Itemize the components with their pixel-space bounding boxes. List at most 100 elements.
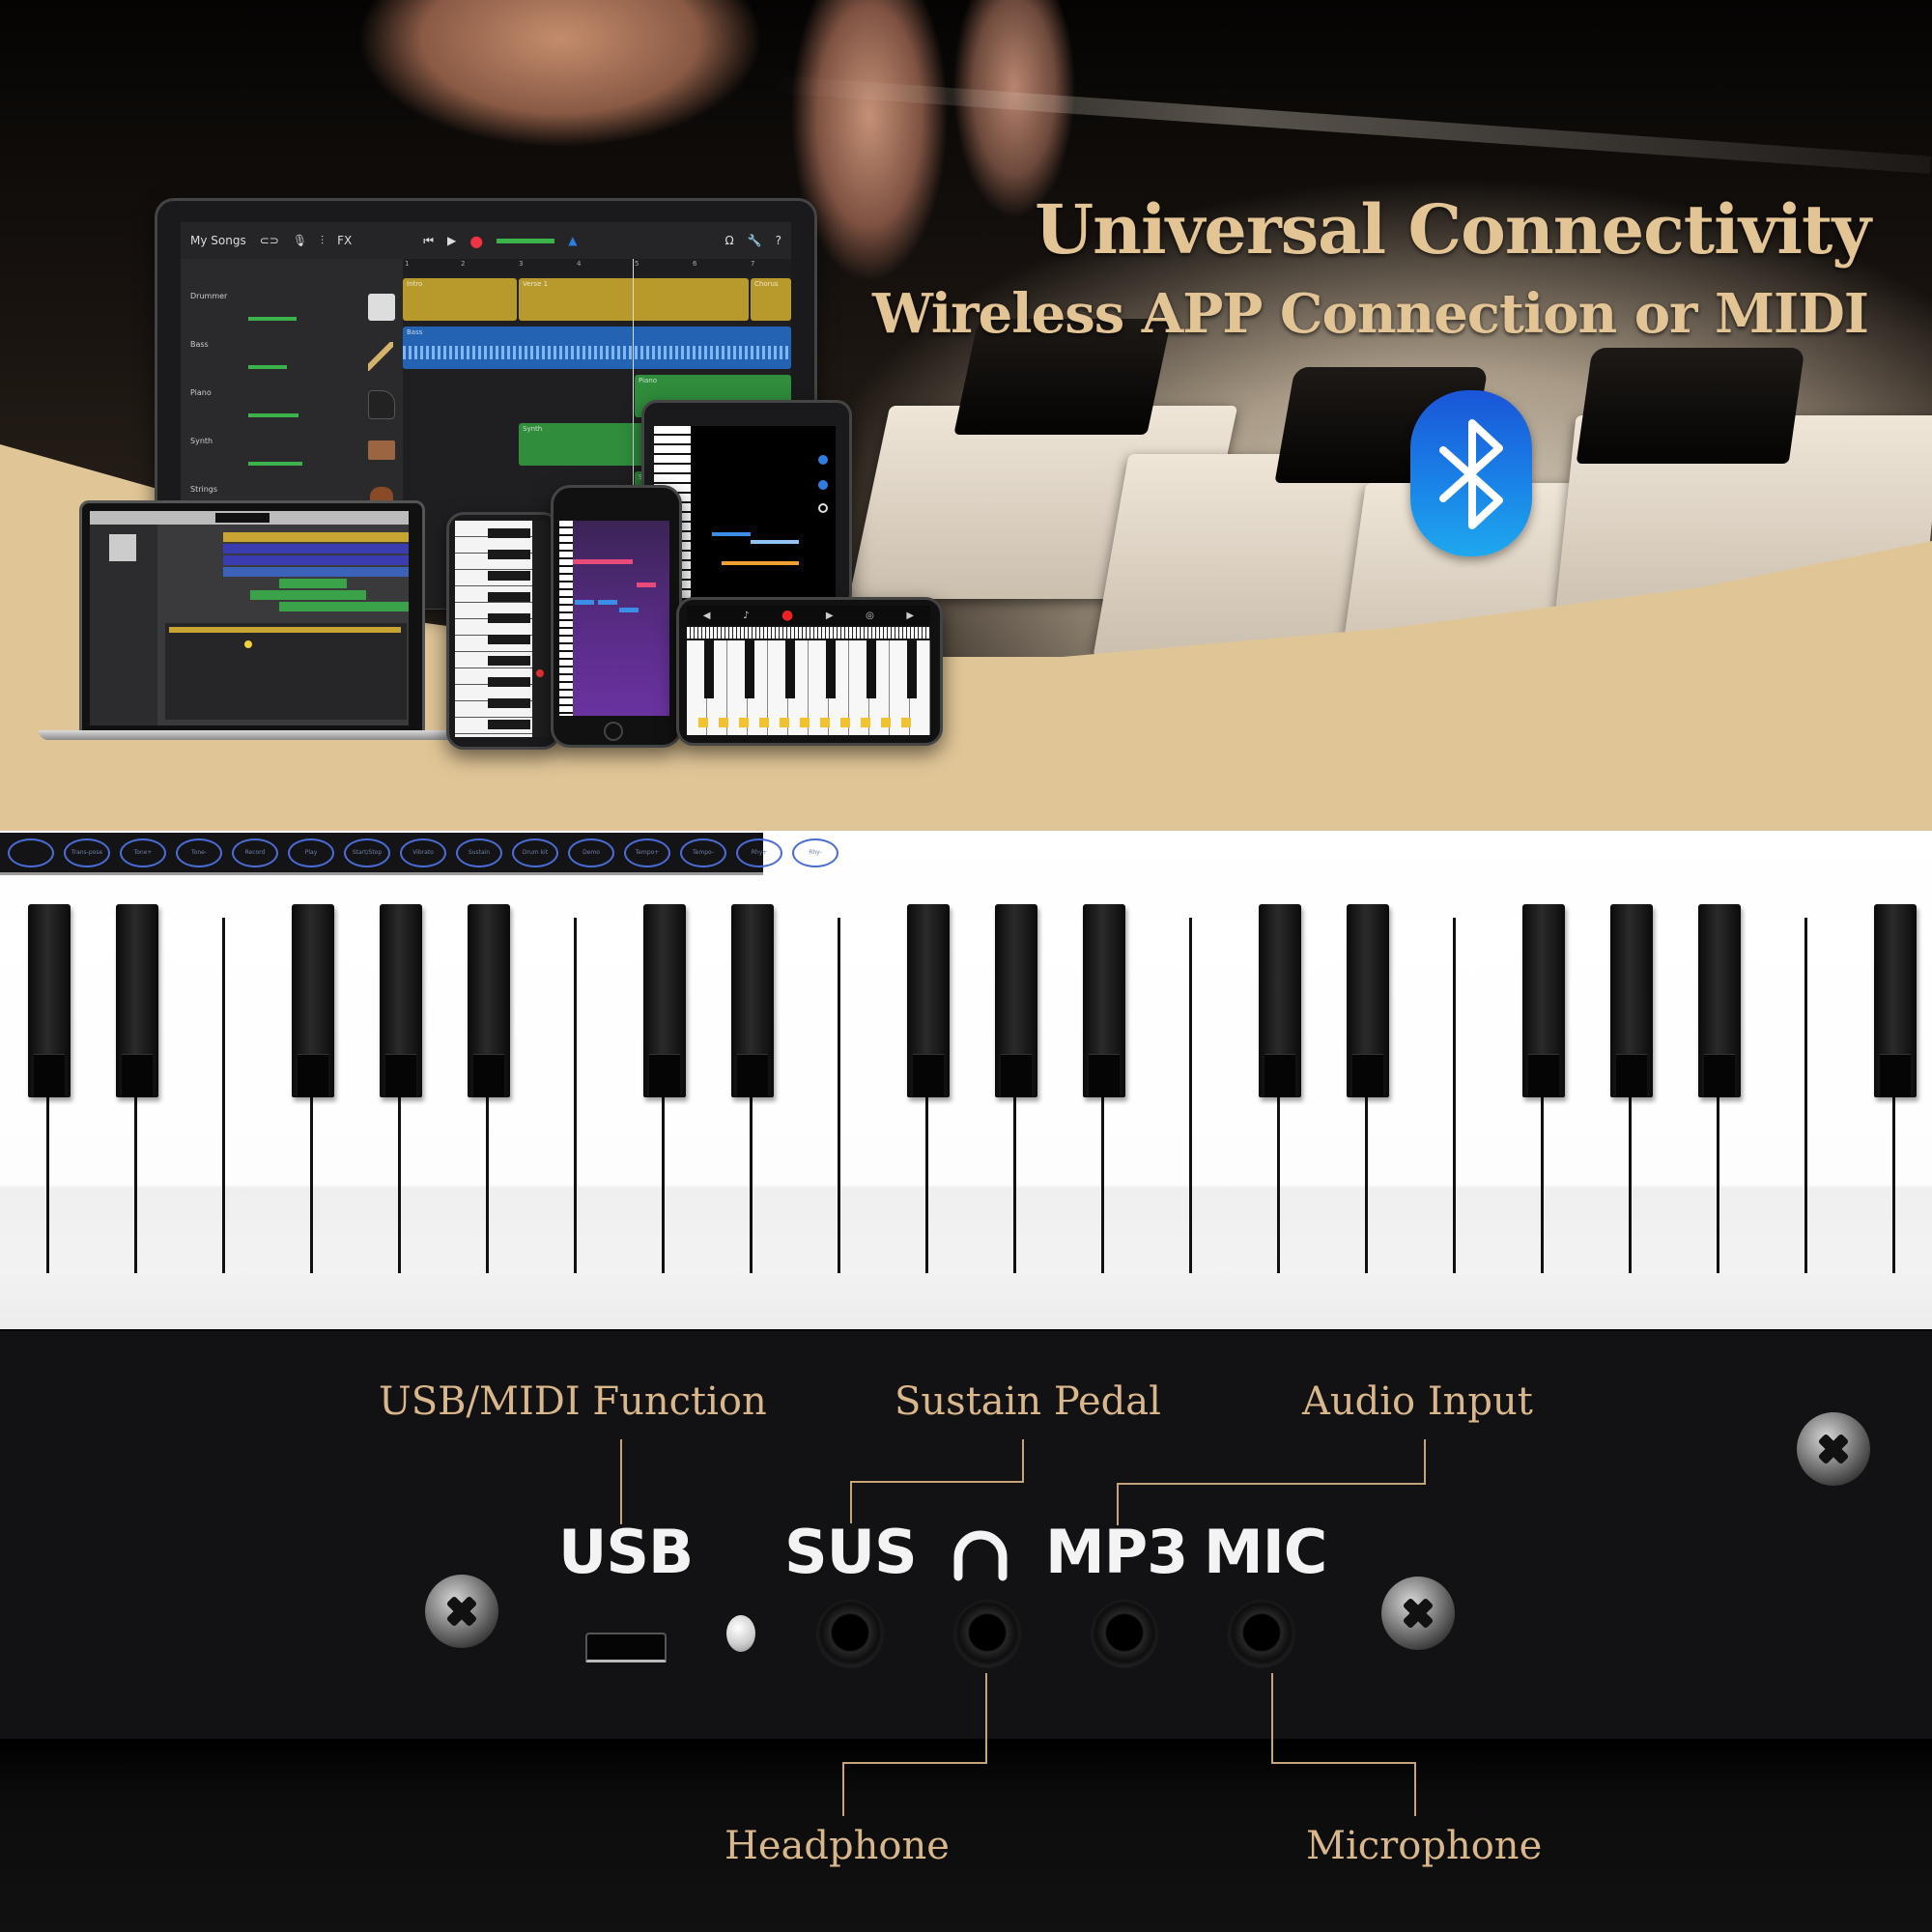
track-name: Piano <box>190 388 212 397</box>
timeline-ruler[interactable]: 1 2 3 4 5 6 7 <box>403 259 791 274</box>
mini-keyboard[interactable] <box>687 627 930 639</box>
panel-button[interactable]: Tempo+ <box>624 838 670 867</box>
black-key[interactable] <box>468 904 510 1097</box>
region-keys[interactable] <box>223 555 409 565</box>
note-bar <box>598 600 617 605</box>
region-chorus[interactable]: Chorus <box>751 278 791 321</box>
record-icon[interactable]: ● <box>781 608 793 623</box>
region-green[interactable] <box>279 579 347 588</box>
track-name: Synth <box>190 437 213 445</box>
play-icon[interactable]: ▶ <box>447 234 456 247</box>
black-key[interactable] <box>28 904 71 1097</box>
panel-button[interactable]: Start/Stop <box>344 838 390 867</box>
region-green[interactable] <box>250 590 366 600</box>
headphone-jack[interactable] <box>954 1600 1020 1665</box>
panel-button[interactable]: Demo <box>568 838 614 867</box>
panel-button[interactable]: Drum kit <box>512 838 558 867</box>
record-button[interactable] <box>536 669 544 677</box>
next-icon[interactable]: ▶ <box>906 611 914 621</box>
callout-line <box>842 1762 987 1764</box>
black-key[interactable] <box>1610 904 1653 1097</box>
panel-button[interactable]: Tone+ <box>120 838 166 867</box>
callout-line <box>620 1439 622 1524</box>
region-drums[interactable] <box>223 532 409 542</box>
piano-roll-keys <box>559 521 573 716</box>
metronome-icon[interactable]: ▲ <box>568 234 577 247</box>
note-bar <box>712 532 751 536</box>
region-bass[interactable]: Bass <box>403 327 791 369</box>
screw <box>1797 1412 1870 1486</box>
help-icon[interactable]: ? <box>776 234 781 247</box>
track-name: Strings <box>190 485 218 494</box>
black-key[interactable] <box>292 904 334 1097</box>
phone-landscape-device: ◀ ♪ ● ▶ ◎ ▶ <box>676 597 943 746</box>
black-key[interactable] <box>907 904 950 1097</box>
phone-toolbar: ◀ ♪ ● ▶ ◎ ▶ <box>687 606 930 625</box>
mixer-icon[interactable]: ⫶ <box>321 234 324 248</box>
panel-lower <box>0 1739 1932 1932</box>
drummer-editor <box>165 623 407 720</box>
callout-line <box>842 1762 844 1816</box>
mic-port-label: MIC <box>1204 1517 1327 1587</box>
callout-line <box>1022 1439 1024 1482</box>
microphone-icon[interactable]: 🎙 <box>293 234 307 247</box>
home-button[interactable] <box>604 722 623 741</box>
panel-button[interactable]: Sustain <box>456 838 502 867</box>
region-intro[interactable]: Intro <box>403 278 517 321</box>
track-volume-slider[interactable] <box>248 413 298 417</box>
black-key[interactable] <box>1083 904 1125 1097</box>
loop-icon[interactable]: ⊂⊃ <box>260 234 279 247</box>
rewind-icon[interactable]: ⏮ <box>423 234 434 248</box>
panel-button[interactable]: Tempo- <box>680 838 726 867</box>
black-key[interactable] <box>643 904 686 1097</box>
panel-button[interactable]: Rhy+ <box>736 838 782 867</box>
track-volume-slider[interactable] <box>248 365 287 369</box>
sustain-jack[interactable] <box>817 1600 883 1665</box>
camera-icon[interactable]: ◎ <box>866 611 874 621</box>
phone-black-keys[interactable] <box>693 640 930 698</box>
ruler-mark: 5 <box>635 260 639 268</box>
panel-button[interactable] <box>8 838 54 867</box>
record-icon[interactable]: ● <box>469 232 483 250</box>
settings-wrench-icon[interactable]: 🔧 <box>748 234 762 247</box>
fx-button[interactable]: FX <box>337 234 352 247</box>
mp3-jack[interactable] <box>1092 1600 1157 1665</box>
laptop-device <box>79 500 425 738</box>
region-verse[interactable]: Verse 1 <box>519 278 749 321</box>
track-volume-slider[interactable] <box>248 462 302 466</box>
region-bass[interactable] <box>223 544 409 554</box>
ruler-mark: 7 <box>751 260 755 268</box>
callout-headphone: Headphone <box>724 1824 950 1868</box>
black-key[interactable] <box>1259 904 1301 1097</box>
black-key[interactable] <box>116 904 158 1097</box>
control-button[interactable] <box>818 480 828 490</box>
panel-button[interactable]: Trans-pose <box>64 838 110 867</box>
mic-jack[interactable] <box>1229 1600 1294 1665</box>
loop-browser-icon[interactable]: Ω <box>725 234 734 247</box>
xy-pad-puck[interactable] <box>244 640 252 648</box>
phone-purple-screen <box>559 521 669 716</box>
volume-slider[interactable] <box>497 238 555 243</box>
track-volume-slider[interactable] <box>248 317 297 321</box>
region-green[interactable] <box>279 602 409 611</box>
black-key[interactable] <box>995 904 1037 1097</box>
play-icon[interactable]: ▶ <box>826 611 834 621</box>
control-button[interactable] <box>818 455 828 465</box>
black-key[interactable] <box>1874 904 1917 1097</box>
black-key[interactable] <box>1522 904 1565 1097</box>
record-button[interactable] <box>818 503 828 513</box>
panel-button[interactable]: Record <box>232 838 278 867</box>
black-key[interactable] <box>731 904 774 1097</box>
back-icon[interactable]: ◀ <box>703 611 711 621</box>
my-songs-button[interactable]: My Songs <box>190 234 246 247</box>
panel-button[interactable]: Rhy- <box>792 838 838 867</box>
panel-button[interactable]: Tone- <box>176 838 222 867</box>
black-key[interactable] <box>1347 904 1389 1097</box>
usb-port[interactable] <box>585 1633 667 1662</box>
music-note-icon[interactable]: ♪ <box>743 611 749 621</box>
black-key[interactable] <box>1698 904 1741 1097</box>
region-guitar[interactable] <box>223 567 409 577</box>
panel-button[interactable]: Play <box>288 838 334 867</box>
black-key[interactable] <box>380 904 422 1097</box>
panel-button[interactable]: Vibrato <box>400 838 446 867</box>
